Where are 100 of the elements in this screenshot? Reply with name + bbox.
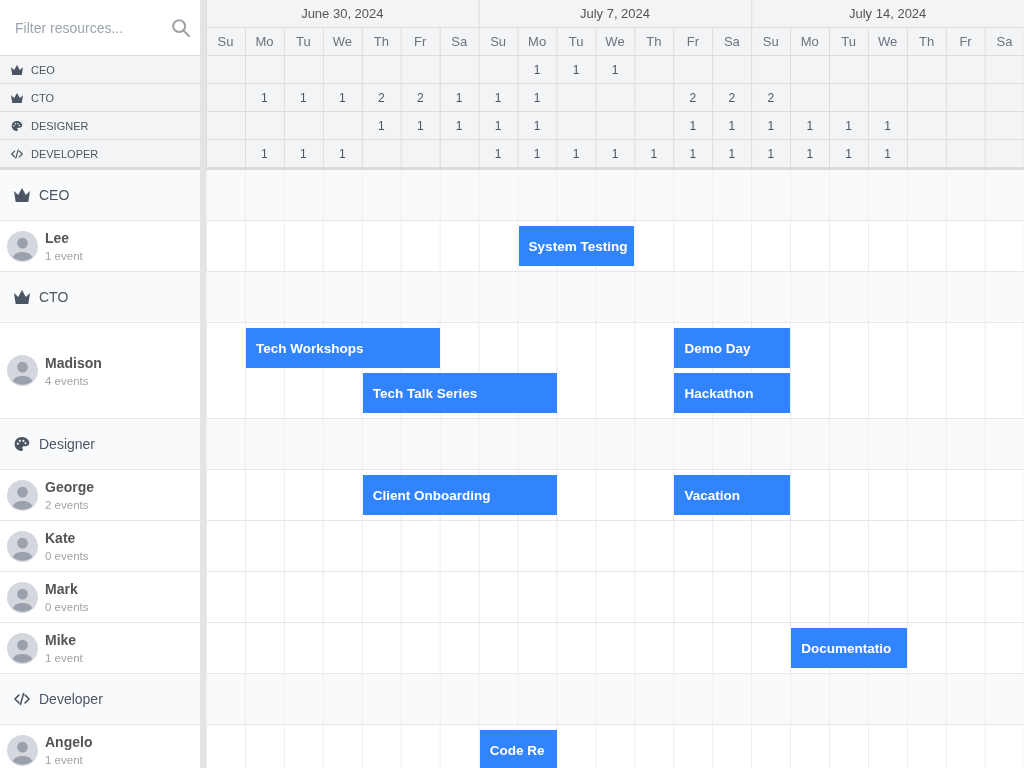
event-count: 0 events [45,601,89,613]
role-label: DESIGNER [31,119,89,132]
event-count: 0 events [45,550,89,562]
daily-count: 1 [689,146,697,161]
daily-count: 2 [767,90,775,105]
crown-icon [11,64,23,75]
search-field[interactable]: Filter resources... [0,0,164,55]
daily-count: 1 [806,118,814,133]
weekday-label: Th [919,34,935,49]
daily-count: 1 [533,146,541,161]
week-label: July 14, 2024 [849,6,927,21]
daily-count: 1 [494,146,502,161]
event-count: 1 event [45,754,84,766]
resource-name: Lee [45,230,71,246]
avatar-icon [7,230,38,262]
daily-count: 1 [261,146,268,161]
daily-count: 1 [767,146,775,161]
daily-count: 2 [728,90,736,105]
daily-count: 1 [728,118,736,133]
week-label: June 30, 2024 [301,6,384,21]
weekday-label: Fr [686,34,700,49]
role-label: DEVELOPER [31,147,99,160]
event-count: 4 events [45,374,90,387]
event-bar[interactable]: System Testing [518,226,635,266]
daily-count: 1 [455,118,463,133]
daily-count: 1 [845,118,853,133]
resource-name: Kate [45,530,77,546]
group-name: CEO [39,187,70,203]
daily-count: 1 [338,146,346,161]
daily-count: 1 [611,62,619,77]
daily-count: 2 [416,90,424,105]
code-icon [11,148,23,159]
weekday-label: Sa [723,34,740,49]
resource-name: Angelo [45,734,93,750]
role-label: CTO [31,91,55,104]
daily-count: 1 [884,118,891,133]
daily-count: 1 [806,146,814,161]
weekday-label: Tu [296,34,311,49]
crown-icon [14,188,30,202]
daily-count: 1 [533,118,541,133]
daily-count: 1 [572,146,580,161]
weekday-label: We [332,34,352,49]
event-count: 2 events [45,499,90,511]
weekday-label: Su [217,34,234,49]
crown-icon [14,290,30,304]
weekday-label: Fr [414,34,427,49]
weekday-label: We [605,34,625,49]
daily-count: 1 [689,118,697,133]
daily-count: 1 [300,90,307,105]
weekday-label: Tu [841,34,857,49]
weekday-label: Tu [568,34,584,49]
daily-count: 1 [494,118,502,133]
weekday-label: Fr [959,34,972,49]
crown-icon [11,92,23,103]
daily-count: 1 [650,146,658,161]
daily-count: 1 [884,146,891,161]
daily-count: 2 [377,90,385,105]
daily-count: 1 [533,90,541,105]
week-label: July 7, 2024 [579,6,651,21]
event-bar[interactable]: Client Onboarding [362,475,557,515]
daily-count: 1 [728,146,736,161]
event-bar[interactable]: Code Re [479,730,557,768]
palette-icon [11,120,23,131]
event-bar[interactable]: Documentatio [791,628,908,668]
event-count: 1 event [45,250,83,262]
weekday-label: We [878,34,898,49]
resource-name: Madison [45,354,102,371]
palette-icon [14,437,30,451]
weekday-label: Sa [996,34,1013,49]
avatar-icon [7,479,38,511]
daily-count: 1 [572,62,580,77]
weekday-label: Mo [800,34,819,49]
daily-count: 2 [689,90,697,105]
avatar-icon [7,632,38,664]
daily-count: 1 [416,118,424,133]
daily-count: 1 [300,146,307,161]
daily-count: 1 [455,90,463,105]
event-bar[interactable]: Tech Workshops [245,328,440,368]
avatar-icon [7,530,38,562]
weekday-label: Su [490,34,507,49]
event-bar[interactable]: Vacation [674,475,791,515]
event-bar[interactable]: Hackathon [674,373,791,413]
weekday-label: Th [373,34,389,49]
daily-count: 1 [377,118,385,133]
resource-name: Mark [45,581,79,597]
weekday-label: Th [646,34,662,49]
weekday-label: Mo [528,34,547,49]
group-name: CTO [39,289,69,305]
search-icon[interactable] [172,18,190,37]
splitter-handle[interactable] [200,0,206,768]
avatar-icon [7,581,38,613]
daily-count: 1 [767,118,775,133]
resource-name: Mike [45,632,78,648]
event-bar[interactable]: Demo Day [674,328,791,368]
daily-count: 1 [261,90,268,105]
event-count: 1 event [45,652,83,664]
group-name: Designer [39,436,96,452]
weekday-label: Sa [451,34,468,49]
role-label: CEO [31,63,55,76]
event-bar[interactable]: Tech Talk Series [362,373,557,413]
